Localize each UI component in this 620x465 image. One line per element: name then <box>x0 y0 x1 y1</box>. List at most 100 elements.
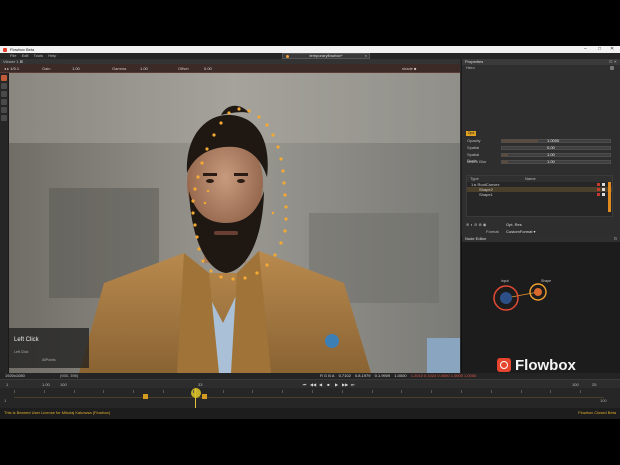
input-node[interactable] <box>500 292 512 304</box>
shape-node[interactable] <box>534 288 542 296</box>
close-button[interactable]: ✕ <box>610 46 614 53</box>
format-select[interactable]: CustomFormat ▾ <box>506 229 536 234</box>
ruler-end-label: 100 <box>600 398 607 403</box>
layer-visible-icon[interactable] <box>602 183 605 186</box>
license-text: This is Beaned User License for Mikolaj … <box>4 410 111 415</box>
ruler-tick <box>311 390 313 393</box>
offset-label: Offset <box>178 66 189 71</box>
timeline-end-field[interactable]: 100 <box>572 382 579 387</box>
title-bar: Flowbox Beta – □ ✕ <box>0 46 620 53</box>
ruler-tick <box>73 390 75 393</box>
param-opacity[interactable]: Opacity 1.0000 <box>467 138 614 144</box>
ruler-tick <box>431 390 433 393</box>
viewer-toolbar: ◂ ▸ 1/0.1 Gain 1.00 Gamma 1.00 Offset 0.… <box>0 64 460 73</box>
ruler-tick <box>550 390 552 393</box>
gain-field[interactable]: 1.00 <box>72 64 80 73</box>
minimize-button[interactable]: – <box>584 46 587 53</box>
ruler-tick <box>103 390 105 393</box>
shape-tool-icon[interactable] <box>1 99 7 105</box>
first-frame-button[interactable]: ⏮ <box>302 382 307 387</box>
node-graph[interactable]: input Shape <box>462 266 620 336</box>
pen-tool-icon[interactable] <box>1 91 7 97</box>
param-spatial[interactable]: Spatial 0.00 <box>467 145 614 151</box>
gain-label: Gain <box>42 66 51 71</box>
param-spatial-scale[interactable]: Spatial Scale 1.00 <box>467 152 614 163</box>
offset-field[interactable]: 0.00 <box>204 64 212 73</box>
app-logo-icon <box>3 47 7 52</box>
ruler-tick <box>252 390 254 393</box>
play-back-button[interactable]: ◀ <box>318 382 323 387</box>
maximize-button[interactable]: □ <box>598 46 601 53</box>
document-tab-label: temporaryflowbox* <box>309 53 343 58</box>
timeline-ruler[interactable]: 1 100 <box>0 388 620 408</box>
hint-line-2: AllPoints <box>42 358 56 362</box>
modified-dot-icon <box>286 55 289 58</box>
gamma-field[interactable]: 1.00 <box>140 64 148 73</box>
ruler-tick <box>341 390 343 393</box>
properties-title: Properties <box>465 59 484 64</box>
ruler-tick <box>580 390 582 393</box>
flowbox-wordmark: Flowbox <box>515 356 576 374</box>
keyframe-track[interactable] <box>14 397 604 398</box>
keyframe-marker[interactable] <box>142 394 148 399</box>
layer-color-icon[interactable] <box>597 188 600 191</box>
format-tool-icons[interactable]: ⊕ ◐ ⊘ ⊗ ◉ <box>466 222 486 227</box>
flowbox-app: Flowbox Beta – □ ✕ File Edit Tools Help … <box>0 46 620 419</box>
layer-row[interactable]: Shape1 <box>467 192 612 197</box>
keyframe-marker[interactable] <box>202 394 208 399</box>
viewer-tool-strip <box>0 73 9 373</box>
properties-section-header[interactable]: Hero <box>462 65 620 71</box>
license-footer: This is Beaned User License for Mikolaj … <box>0 408 620 419</box>
ruler-tick <box>401 390 403 393</box>
move-tool-icon[interactable] <box>1 83 7 89</box>
format-label: Format <box>486 229 499 234</box>
hint-line-1: Left Click <box>14 350 29 354</box>
timeline-in-field[interactable]: 1.00 <box>42 382 50 387</box>
ruler-tick <box>192 390 194 393</box>
play-button[interactable]: ▶ <box>334 382 339 387</box>
gamma-label: Gamma <box>112 66 127 71</box>
resolution-readout: 1920x1080 <box>5 373 25 378</box>
section-menu-icon[interactable] <box>610 66 614 70</box>
shade-mode-select[interactable]: shade ■ <box>402 64 416 73</box>
select-tool-icon[interactable] <box>1 75 7 81</box>
input-node-label: input <box>501 279 509 283</box>
stop-button[interactable]: ■ <box>326 382 331 387</box>
action-hint-overlay: Left Click Left Click AllPoints <box>9 328 89 368</box>
frame-field[interactable]: ◂ ▸ 1/0.1 <box>4 64 19 73</box>
layer-list: Type Name 1 ▸ RootConvex Shape2 Shape1 <box>466 175 613 217</box>
fps-field[interactable]: 25 <box>592 382 596 387</box>
opacity-tag[interactable]: Opa <box>466 131 476 136</box>
ruler-tick <box>460 390 462 393</box>
layer-visible-icon[interactable] <box>602 193 605 196</box>
last-frame-button[interactable]: ⏭ <box>350 382 355 387</box>
layer-visible-icon[interactable] <box>602 188 605 191</box>
timeline-start-field[interactable]: 1 <box>6 382 8 387</box>
window-title: Flowbox Beta <box>10 47 35 52</box>
transport-bar: 1 1.00 100 33 ⏮ ◀◀ ◀ ■ ▶ ▶▶ ⏭ 100 25 <box>0 379 620 388</box>
ruler-tick <box>14 390 15 393</box>
rewind-button[interactable]: ◀◀ <box>310 382 316 387</box>
layer-scrollbar[interactable] <box>608 182 611 212</box>
layer-color-icon[interactable] <box>597 183 600 186</box>
transform-tool-icon[interactable] <box>1 115 7 121</box>
document-tab-close[interactable]: × <box>365 54 367 58</box>
points-tool-icon[interactable] <box>1 107 7 113</box>
node-editor-title: Node Editor <box>465 236 487 241</box>
ruler-tick <box>282 390 284 393</box>
ruler-tick <box>222 390 224 393</box>
node-editor-header: Node Editor ⊡ <box>462 236 620 242</box>
timeline-speed-field[interactable]: 100 <box>60 382 67 387</box>
flowbox-logo-icon <box>497 358 511 372</box>
opt-res-toggle[interactable]: Opt. Res <box>506 222 522 227</box>
ruler-tick <box>490 390 492 393</box>
ruler-tick <box>371 390 373 393</box>
layer-color-icon[interactable] <box>597 193 600 196</box>
fast-forward-button[interactable]: ▶▶ <box>342 382 348 387</box>
hint-title: Left Click <box>14 337 39 343</box>
ruler-tick <box>162 390 164 393</box>
current-frame-field[interactable]: 33 <box>198 382 202 387</box>
param-macro-blur[interactable]: Macro Blur 1.00 <box>467 159 614 165</box>
node-editor-options-icon[interactable]: ⊡ <box>614 236 617 242</box>
ruler-tick <box>133 390 135 393</box>
